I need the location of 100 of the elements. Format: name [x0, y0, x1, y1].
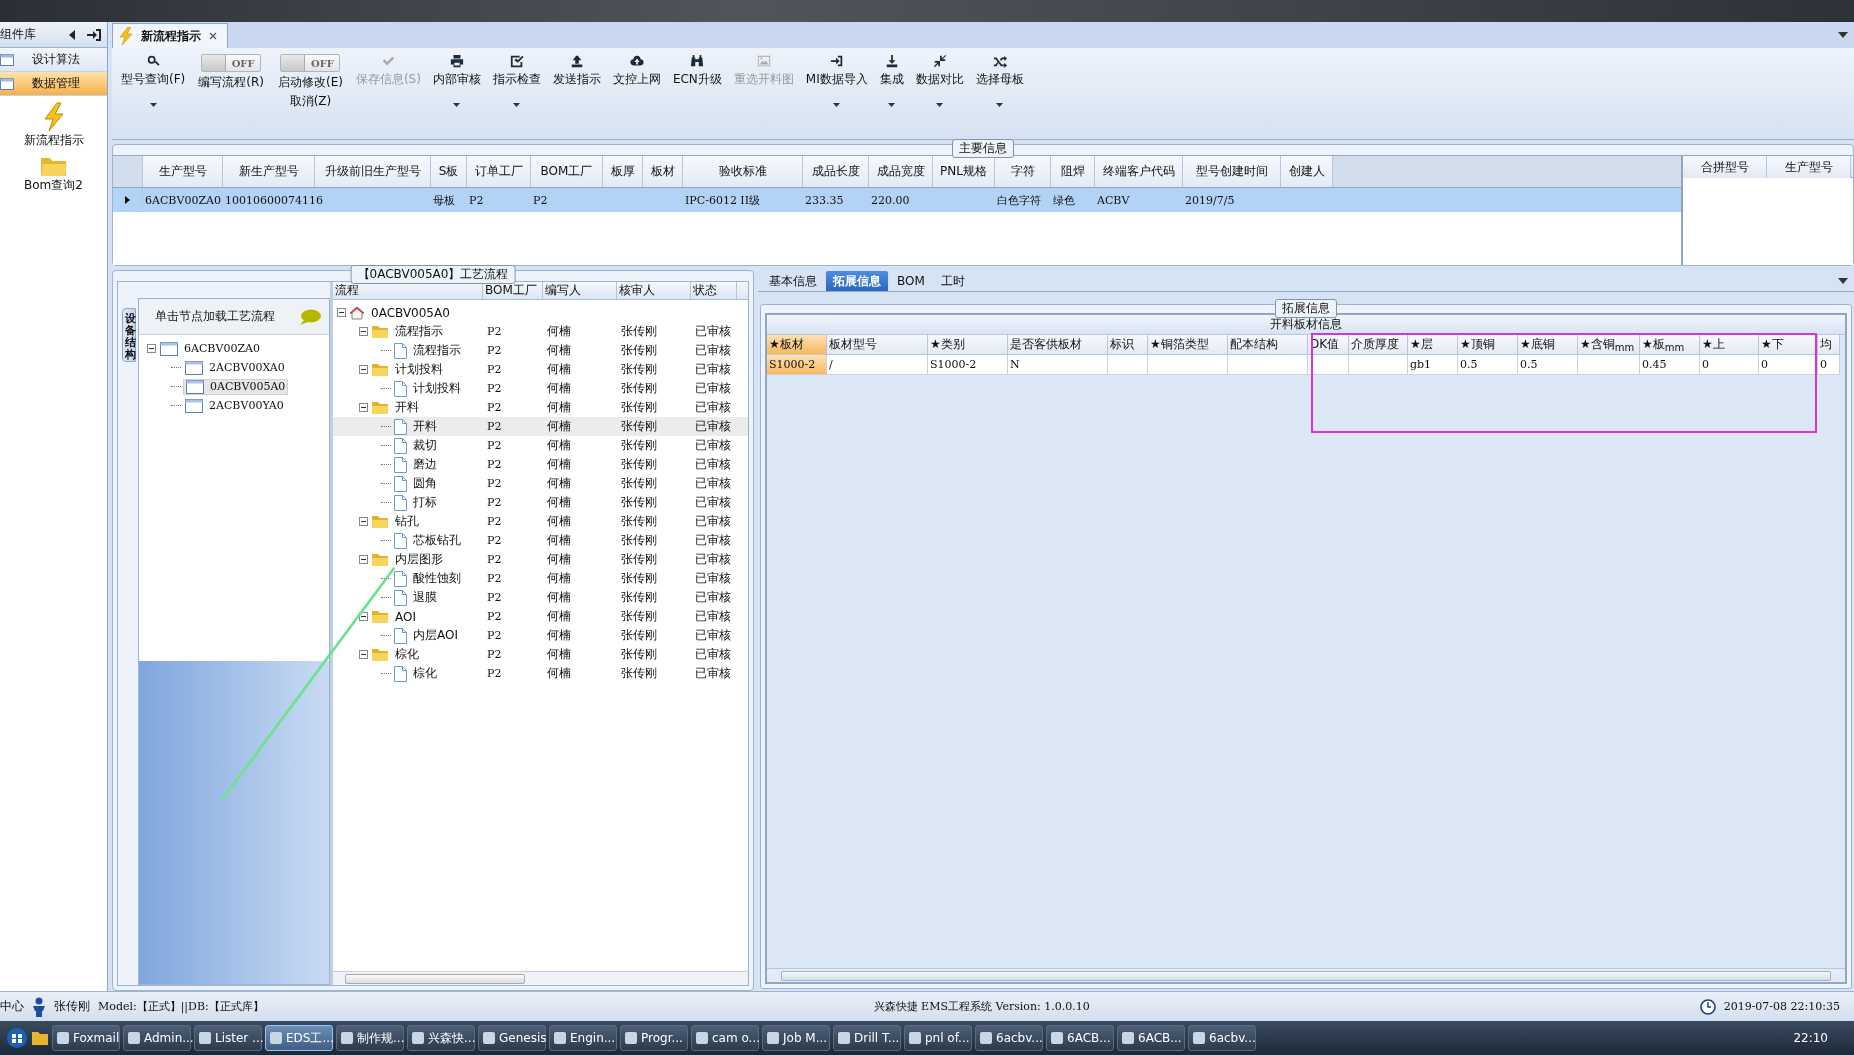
column-header[interactable]: 成品宽度 — [869, 156, 933, 187]
start-icon[interactable] — [6, 1027, 28, 1049]
column-header[interactable]: 核审人 — [617, 282, 691, 299]
column-header[interactable]: 配本结构 — [1228, 335, 1308, 355]
toolbar-button[interactable]: 发送指示 — [547, 52, 606, 90]
caret-icon[interactable] — [513, 103, 521, 107]
column-header[interactable]: 阻焊 — [1051, 156, 1095, 187]
toolbar-button[interactable]: 选择母板 — [970, 52, 1029, 109]
taskbar-button[interactable]: Drill T... — [833, 1025, 901, 1051]
dropdown-icon[interactable] — [1838, 32, 1848, 38]
taskbar-button[interactable]: 6ACB... — [1046, 1025, 1114, 1051]
folder-icon[interactable] — [31, 1030, 49, 1046]
tree-row[interactable]: 磨边 P2 何楠 张传刚 已审核 — [333, 455, 748, 474]
toolbar-button[interactable]: 内部审核 — [427, 52, 486, 109]
column-header[interactable]: S板 — [431, 156, 467, 187]
tool-label[interactable]: 新流程指示 — [23, 132, 84, 149]
caret-icon[interactable] — [149, 103, 157, 107]
column-header[interactable]: 介质厚度 — [1349, 335, 1408, 355]
exit-icon[interactable] — [87, 28, 101, 41]
column-header[interactable]: ★下 — [1759, 335, 1818, 355]
tree-node[interactable]: 0ACBV005A0 — [183, 378, 289, 395]
tree-row[interactable]: 内层AOI P2 何楠 张传刚 已审核 — [333, 626, 748, 645]
column-header[interactable]: 合拼型号 — [1683, 156, 1767, 178]
column-header[interactable]: 状态 — [691, 282, 737, 299]
column-header[interactable]: 标识 — [1108, 335, 1148, 355]
taskbar-button[interactable]: 兴森快... — [407, 1025, 475, 1051]
taskbar-button[interactable]: 6acbv... — [1188, 1025, 1256, 1051]
column-header[interactable]: 流程 — [333, 282, 483, 299]
column-header[interactable]: ★上 — [1700, 335, 1759, 355]
column-header[interactable]: 创建人 — [1281, 156, 1333, 187]
toolbar-button[interactable]: 文控上网 — [607, 52, 666, 90]
column-header[interactable]: 字符 — [995, 156, 1051, 187]
column-header[interactable]: ★板材 — [767, 335, 827, 355]
toggle-switch[interactable]: OFF — [201, 54, 262, 72]
toggle-switch[interactable]: OFF — [280, 54, 341, 72]
tree-row[interactable]: 开料 P2 何楠 张传刚 已审核 — [333, 417, 748, 436]
tree-row[interactable]: 内层图形 P2 何楠 张传刚 已审核 — [333, 550, 748, 569]
taskbar-button[interactable]: Job M... — [762, 1025, 830, 1051]
caret-icon[interactable] — [888, 103, 896, 107]
taskbar-button[interactable]: pnl of... — [904, 1025, 972, 1051]
column-header[interactable]: 型号创建时间 — [1183, 156, 1281, 187]
tree-row[interactable]: 棕化 P2 何楠 张传刚 已审核 — [333, 664, 748, 683]
tree-row[interactable]: 流程指示 P2 何楠 张传刚 已审核 — [333, 341, 748, 360]
collapse-icon[interactable] — [359, 517, 368, 526]
column-header[interactable]: 是否客供板材 — [1008, 335, 1108, 355]
column-header[interactable]: 终端客户代码 — [1095, 156, 1183, 187]
tree-row[interactable]: 芯板钻孔 P2 何楠 张传刚 已审核 — [333, 531, 748, 550]
column-header[interactable]: 生产型号 — [1767, 156, 1851, 178]
collapse-icon[interactable] — [337, 308, 346, 317]
close-icon[interactable] — [209, 32, 217, 40]
caret-icon[interactable] — [936, 103, 944, 107]
taskbar-button[interactable]: Progr... — [620, 1025, 688, 1051]
column-header[interactable]: ★顶铜 — [1458, 335, 1518, 355]
tree-row[interactable]: 裁切 P2 何楠 张传刚 已审核 — [333, 436, 748, 455]
column-header[interactable]: 均 — [1818, 335, 1840, 355]
toolbar-button[interactable]: 指示检查 — [487, 52, 546, 109]
taskbar-button[interactable]: 制作规... — [336, 1025, 404, 1051]
tree-row[interactable]: 钻孔 P2 何楠 张传刚 已审核 — [333, 512, 748, 531]
collapse-icon[interactable] — [359, 555, 368, 564]
taskbar-button[interactable]: Engin... — [549, 1025, 617, 1051]
caret-icon[interactable] — [453, 103, 461, 107]
tree-row[interactable]: 退膜 P2 何楠 张传刚 已审核 — [333, 588, 748, 607]
toolbar-button[interactable]: 型号查询(F) — [116, 52, 191, 109]
column-header[interactable]: ★板$_{mm}$ — [1640, 335, 1700, 355]
column-header[interactable]: ★类别 — [928, 335, 1008, 355]
column-header[interactable]: 板厚 — [603, 156, 643, 187]
taskbar-button[interactable]: Foxmail — [52, 1025, 120, 1051]
taskbar-button[interactable]: Genesis — [478, 1025, 546, 1051]
toolbar-button[interactable]: ECN升级 — [667, 52, 727, 90]
column-header[interactable]: ★铜箔类型 — [1148, 335, 1228, 355]
toolbar-button[interactable]: 数据对比 — [910, 52, 969, 109]
column-header[interactable]: PNL规格 — [933, 156, 995, 187]
taskbar-button[interactable]: EDS工... — [265, 1025, 333, 1051]
column-header[interactable]: 板材型号 — [827, 335, 928, 355]
column-header[interactable]: 订单工厂 — [467, 156, 531, 187]
taskbar-button[interactable]: Lister ... — [194, 1025, 262, 1051]
taskbar-button[interactable]: cam o... — [691, 1025, 759, 1051]
column-header[interactable]: 编写人 — [543, 282, 617, 299]
column-header[interactable]: BOM工厂 — [531, 156, 603, 187]
tree-row[interactable]: 计划投料 P2 何楠 张传刚 已审核 — [333, 360, 748, 379]
tree-row[interactable]: 流程指示 P2 何楠 张传刚 已审核 — [333, 322, 748, 341]
toolbar-button[interactable]: 集成 — [874, 52, 909, 109]
horizontal-scrollbar[interactable] — [767, 968, 1845, 982]
tree-row[interactable]: AOI P2 何楠 张传刚 已审核 — [333, 607, 748, 626]
column-header[interactable]: ★底铜 — [1518, 335, 1578, 355]
taskbar-button[interactable]: 6acbv... — [975, 1025, 1043, 1051]
column-header[interactable]: 生产型号 — [143, 156, 223, 187]
tree-node[interactable]: 2ACBV00XA0 — [183, 360, 287, 375]
collapse-icon[interactable] — [359, 403, 368, 412]
column-header[interactable]: 成品长度 — [803, 156, 869, 187]
tool-label[interactable]: Bom查询2 — [24, 177, 83, 194]
tree-node[interactable]: 2ACBV00YA0 — [183, 398, 286, 413]
taskbar-button[interactable]: Admin... — [123, 1025, 191, 1051]
tree-row[interactable]: 0ACBV005A0 — [333, 303, 748, 322]
collapse-icon[interactable] — [67, 28, 77, 41]
column-header[interactable]: 升级前旧生产型号 — [315, 156, 431, 187]
tab[interactable]: BOM — [890, 271, 932, 291]
horizontal-scrollbar[interactable] — [333, 971, 748, 985]
dropdown-icon[interactable] — [1838, 277, 1848, 284]
toolbar-button[interactable]: MI数据导入 — [800, 52, 873, 109]
